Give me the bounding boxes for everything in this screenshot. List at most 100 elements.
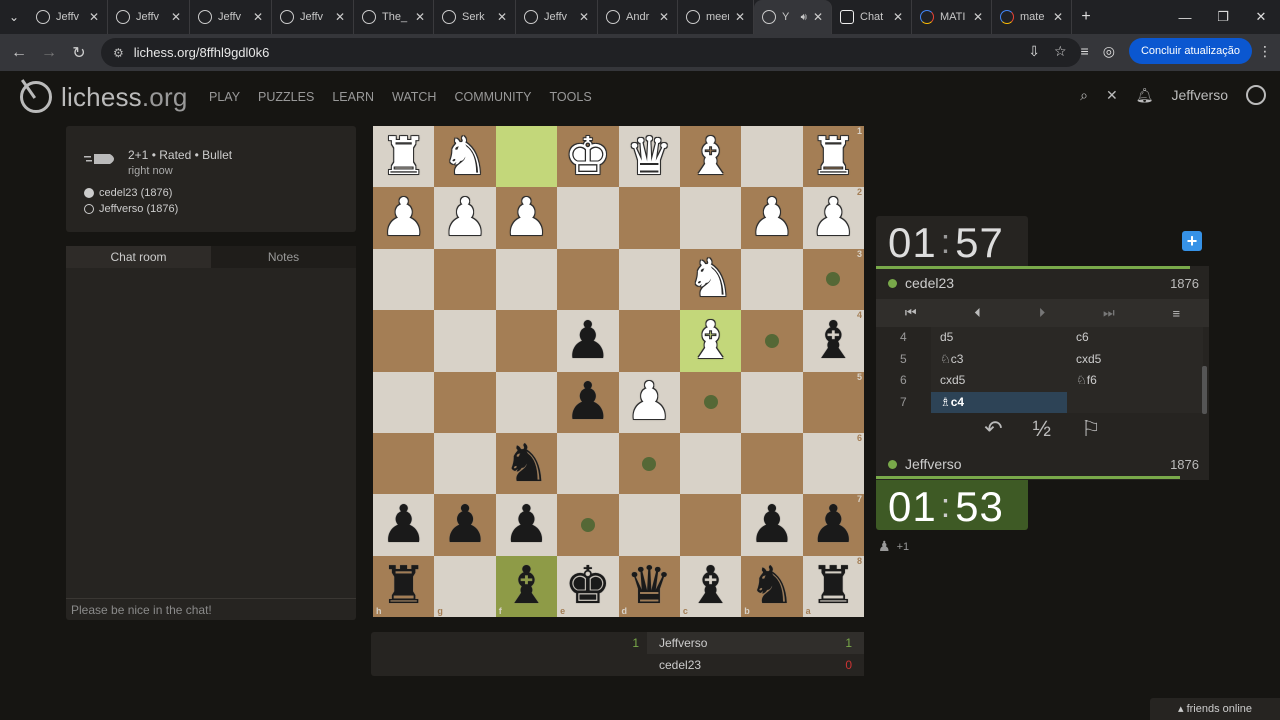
move-white[interactable]: d5: [931, 327, 1067, 349]
takeback-button[interactable]: ↶: [984, 416, 1002, 446]
board-square[interactable]: ♞ b: [741, 555, 803, 617]
board-square[interactable]: ♝: [679, 310, 742, 372]
board-square[interactable]: [618, 187, 680, 249]
board-square[interactable]: [741, 432, 803, 495]
profile-icon[interactable]: ◎: [1103, 43, 1115, 60]
board-square[interactable]: ♛: [618, 126, 680, 188]
address-bar[interactable]: ⚙ lichess.org/8ffhl9gdl0k6: [101, 38, 1081, 67]
board-square[interactable]: [373, 371, 435, 433]
move-hint-dot[interactable]: [764, 333, 779, 348]
board-square[interactable]: [679, 494, 742, 556]
board-square[interactable]: ♟: [557, 371, 619, 433]
black-rook-icon[interactable]: ♜: [810, 560, 857, 612]
move-hint-dot[interactable]: [826, 272, 841, 287]
nav-puzzles[interactable]: PUZZLES: [258, 90, 314, 104]
board-square[interactable]: [557, 187, 619, 249]
prev-move-icon[interactable]: ⏴: [974, 305, 981, 321]
board-square[interactable]: [618, 432, 680, 495]
board-square[interactable]: [434, 371, 496, 433]
board-square[interactable]: ♟: [495, 187, 558, 249]
black-pawn-icon[interactable]: ♟: [565, 315, 612, 367]
restore-icon[interactable]: ❐: [1204, 0, 1242, 34]
tab-search-button[interactable]: ⌄: [0, 0, 28, 34]
black-knight-icon[interactable]: ♞: [503, 438, 550, 490]
close-tab-icon[interactable]: ✕: [335, 10, 345, 24]
black-pawn-icon[interactable]: ♟: [380, 499, 427, 551]
board-square[interactable]: ♛ d: [618, 555, 680, 617]
chat-input[interactable]: Please be nice in the chat!: [66, 598, 356, 620]
board-square[interactable]: ♟: [434, 494, 496, 556]
browser-menu-icon[interactable]: ⋮: [1258, 43, 1272, 60]
move-black[interactable]: ♘f6: [1067, 370, 1203, 392]
white-pawn-icon[interactable]: ♟: [810, 192, 857, 244]
board-square[interactable]: ♟: [741, 494, 803, 556]
black-pawn-icon[interactable]: ♟: [503, 499, 550, 551]
board-square[interactable]: [741, 126, 803, 188]
friends-online-button[interactable]: ▴ friends online: [1150, 698, 1280, 720]
move-hint-dot[interactable]: [642, 456, 657, 471]
board-square[interactable]: [434, 248, 496, 311]
move-white[interactable]: cxd5: [931, 370, 1067, 392]
browser-tab[interactable]: Jeffv ✕: [516, 0, 598, 34]
board-square[interactable]: [373, 432, 435, 495]
white-rook-icon[interactable]: ♜: [380, 131, 427, 183]
last-move-icon[interactable]: ⏭: [1103, 305, 1115, 321]
move-hint-dot[interactable]: [580, 517, 595, 532]
board-square[interactable]: ♞: [434, 126, 496, 188]
board-square[interactable]: ♟: [434, 187, 496, 249]
move-list-scrollbar[interactable]: [1202, 366, 1207, 414]
bookmark-star-icon[interactable]: ☆: [1054, 43, 1067, 60]
board-square[interactable]: ♟ 2: [802, 187, 864, 249]
close-tab-icon[interactable]: ✕: [579, 10, 589, 24]
resign-button[interactable]: ⚐: [1081, 416, 1101, 446]
minimize-icon[interactable]: —: [1166, 0, 1204, 34]
user-menu[interactable]: Jeffverso: [1171, 87, 1228, 103]
board-square[interactable]: ♝ c: [679, 555, 742, 617]
board-square[interactable]: [679, 371, 742, 433]
board-square[interactable]: [618, 248, 680, 311]
back-icon[interactable]: ←: [4, 44, 34, 62]
black-pawn-icon[interactable]: ♟: [442, 499, 489, 551]
black-bishop-icon[interactable]: ♝: [687, 560, 734, 612]
white-player[interactable]: cedel23 (1876): [84, 187, 172, 199]
nav-watch[interactable]: WATCH: [392, 90, 436, 104]
player-row[interactable]: Jeffverso 1876: [876, 450, 1209, 478]
browser-tab[interactable]: mate ✕: [992, 0, 1072, 34]
white-pawn-icon[interactable]: ♟: [442, 192, 489, 244]
close-tab-icon[interactable]: ✕: [813, 10, 823, 24]
board-square[interactable]: [434, 432, 496, 495]
opponent-row[interactable]: cedel23 1876: [876, 269, 1209, 297]
board-square[interactable]: [741, 248, 803, 311]
board-square[interactable]: [495, 371, 558, 433]
black-king-icon[interactable]: ♚: [565, 560, 612, 612]
chess-board[interactable]: ♜ ♞ ♚ ♛ ♝ ♜ 1 ♟ ♟ ♟ ♟ ♟ 2 ♞ 3 ♟ ♝ ♝ 4 ♟ ♟ 5 ♞ 6 ♟ ♟ ♟ ♟ ♟ 7 ♜ h g ♝ f ♚ e ♛ d ♝…: [373, 126, 864, 617]
install-app-icon[interactable]: ⇩: [1028, 43, 1040, 60]
board-square[interactable]: ♟ 7: [802, 494, 864, 556]
board-square[interactable]: ♟: [741, 187, 803, 249]
black-pawn-icon[interactable]: ♟: [749, 499, 796, 551]
reload-icon[interactable]: ↻: [64, 43, 94, 63]
white-pawn-icon[interactable]: ♟: [626, 376, 673, 428]
close-tab-icon[interactable]: ✕: [659, 10, 669, 24]
board-square[interactable]: [373, 310, 435, 372]
challenge-icon[interactable]: ✕: [1106, 87, 1118, 104]
browser-tab[interactable]: MATI ✕: [912, 0, 992, 34]
update-button[interactable]: Concluir atualização: [1128, 38, 1252, 64]
board-square[interactable]: ♞: [679, 248, 742, 311]
board-square[interactable]: [741, 310, 803, 372]
first-move-icon[interactable]: ⏮: [905, 305, 917, 321]
close-tab-icon[interactable]: ✕: [253, 10, 263, 24]
board-square[interactable]: [679, 187, 742, 249]
board-square[interactable]: [373, 248, 435, 311]
board-square[interactable]: ♟: [373, 187, 435, 249]
close-tab-icon[interactable]: ✕: [89, 10, 99, 24]
white-rook-icon[interactable]: ♜: [810, 131, 857, 183]
close-tab-icon[interactable]: ✕: [497, 10, 507, 24]
nav-play[interactable]: PLAY: [209, 90, 240, 104]
next-move-icon[interactable]: ⏵: [1039, 305, 1046, 321]
board-square[interactable]: [434, 310, 496, 372]
board-square[interactable]: ♝: [679, 126, 742, 188]
forward-icon[interactable]: →: [34, 44, 64, 62]
white-pawn-icon[interactable]: ♟: [503, 192, 550, 244]
nav-tools[interactable]: TOOLS: [550, 90, 592, 104]
